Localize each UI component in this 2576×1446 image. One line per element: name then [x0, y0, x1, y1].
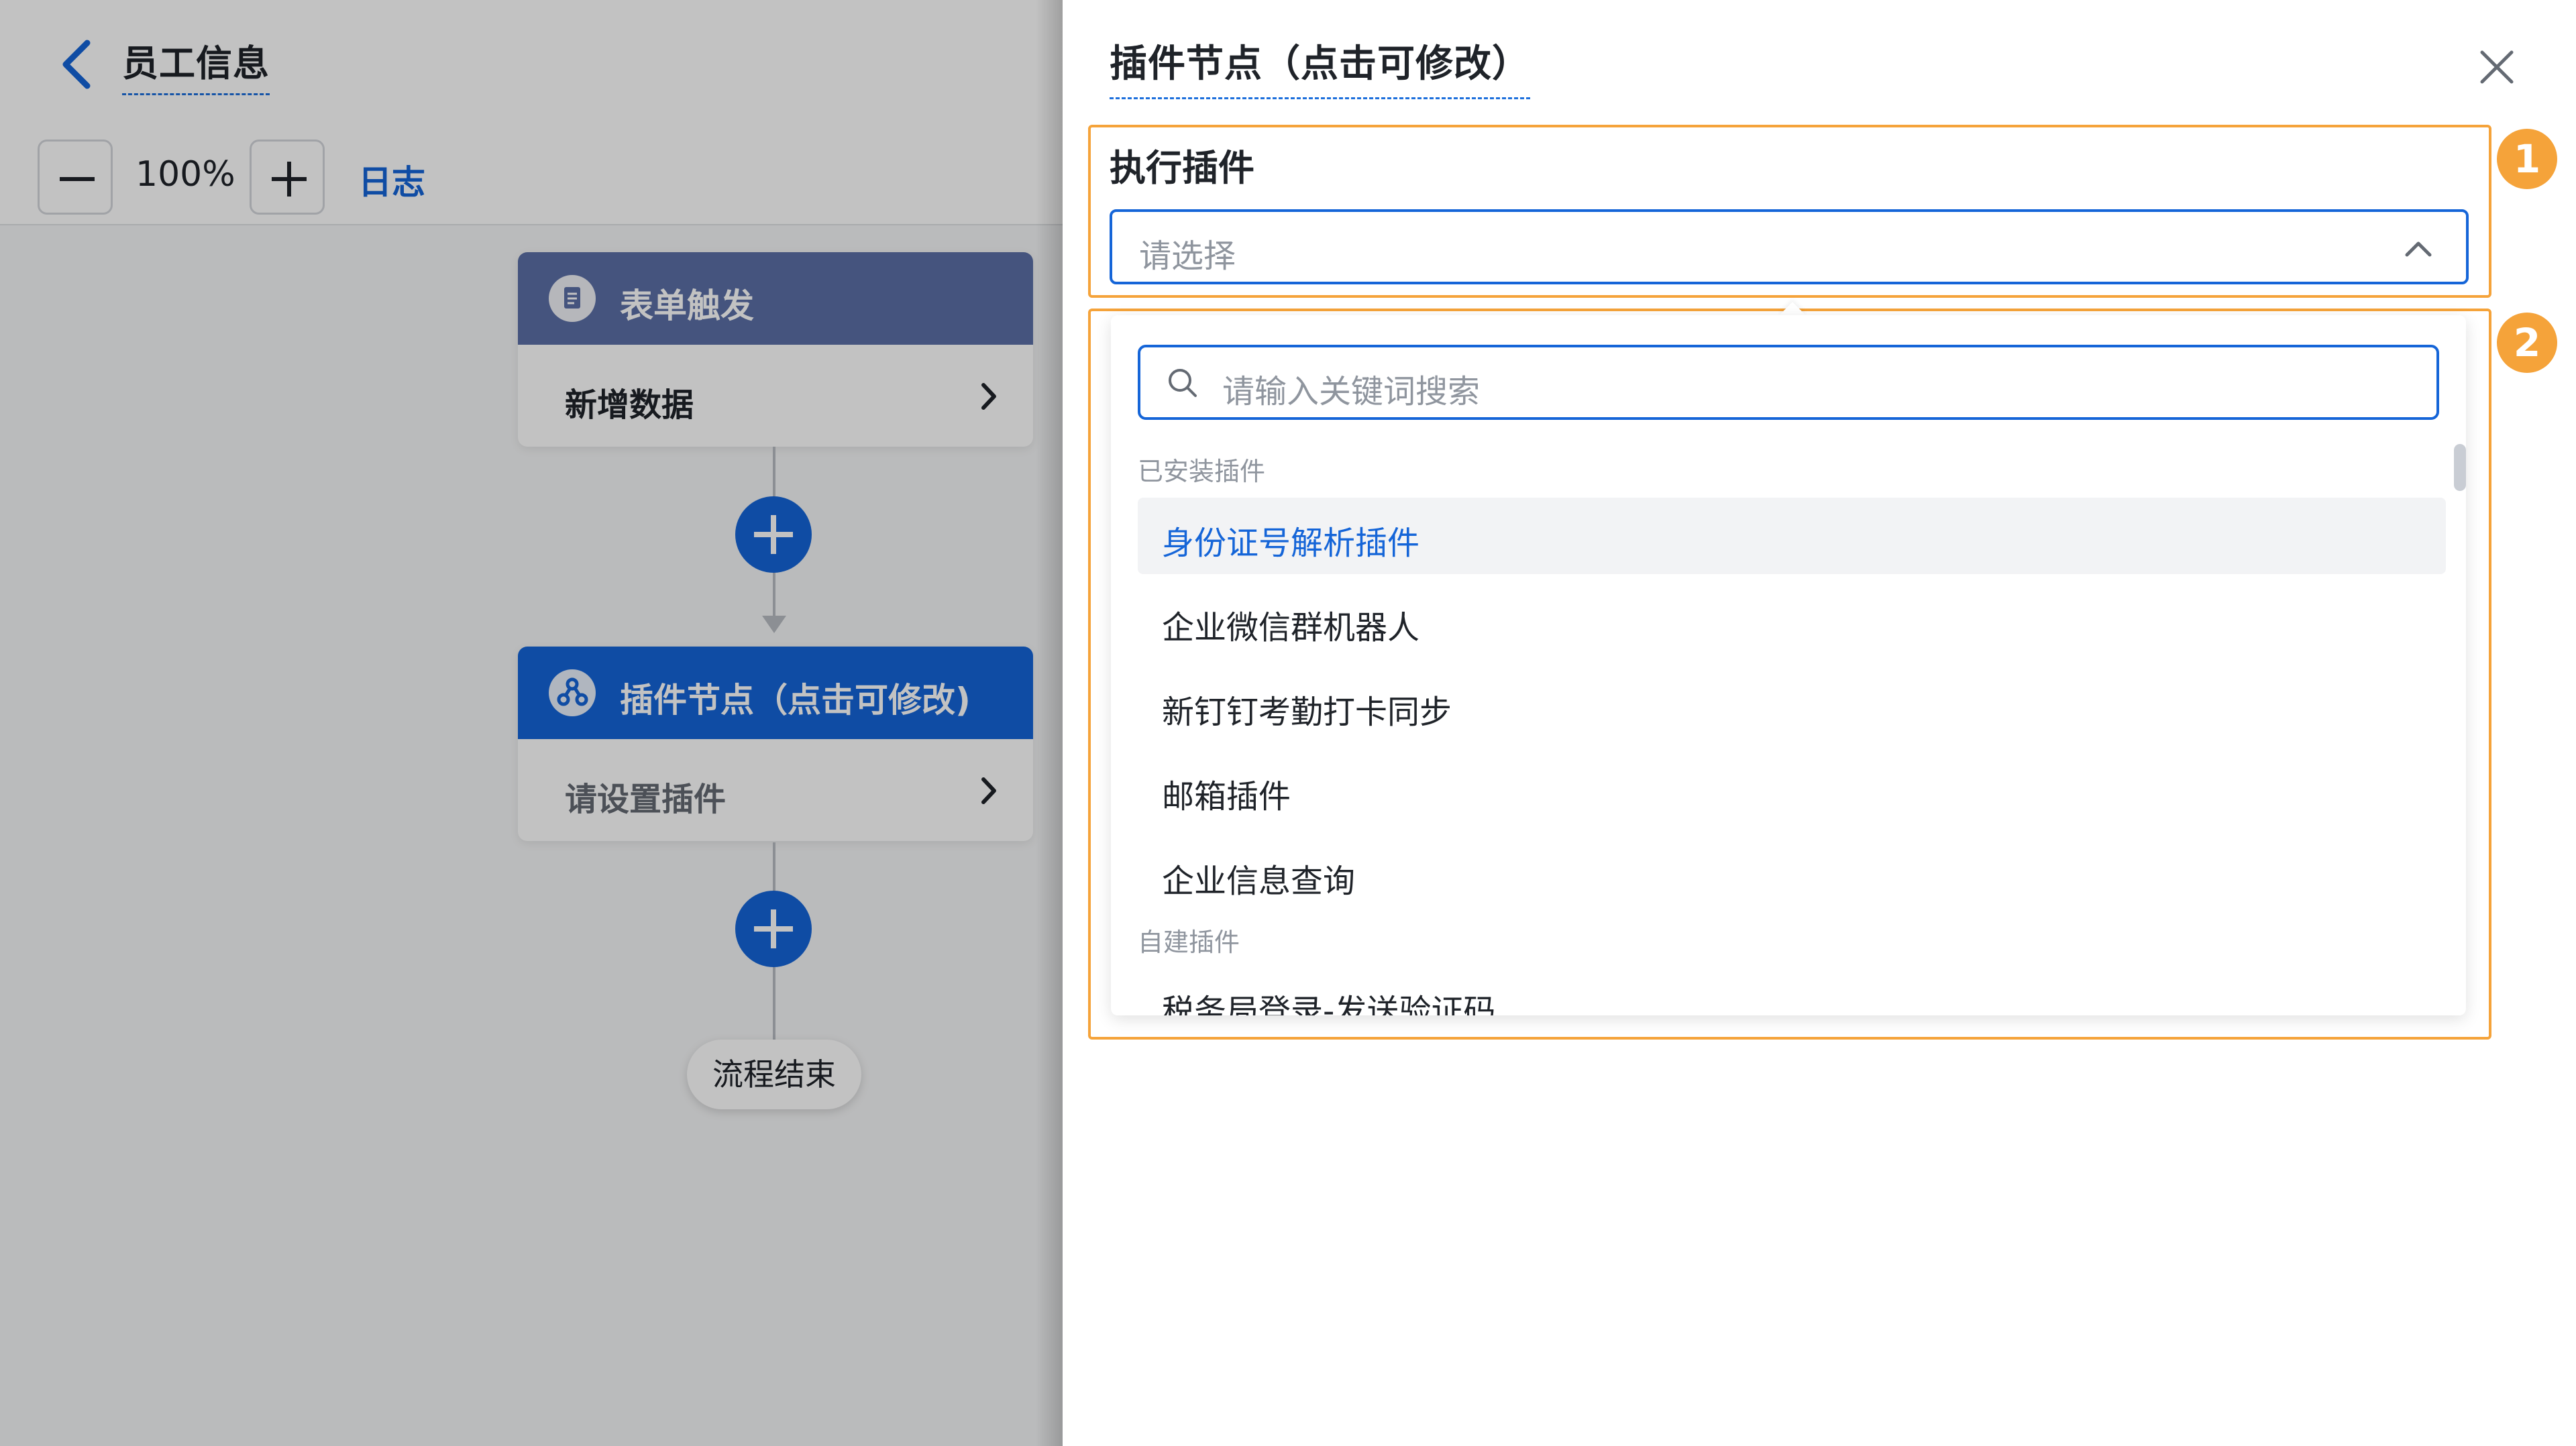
search-input[interactable]: 请输入关键词搜索	[1138, 345, 2439, 420]
option-label: 新钉钉考勤打卡同步	[1162, 693, 1452, 731]
group-label-installed: 已安装插件	[1138, 457, 1266, 486]
modal-overlay[interactable]	[0, 0, 1063, 1446]
field-label: 执行插件	[1110, 147, 1254, 189]
panel-shadow	[1036, 0, 1063, 1446]
panel-title: 插件节点（点击可修改）	[1110, 34, 1530, 99]
plugin-settings-panel: 插件节点（点击可修改） 1 2 执行插件 请选择 请输入关键词搜索 已安装插件 …	[1063, 0, 2576, 1446]
step-badge-1: 1	[2497, 129, 2557, 189]
dropdown-scrollbar[interactable]	[2454, 444, 2466, 491]
plugin-option[interactable]: 企业信息查询	[1138, 836, 2446, 912]
plugin-option[interactable]: 企业微信群机器人	[1138, 582, 2446, 659]
plugin-option[interactable]: 邮箱插件	[1138, 751, 2446, 828]
option-label: 企业信息查询	[1162, 863, 1356, 900]
close-icon[interactable]	[2477, 47, 2517, 87]
option-label: 税务局登录-发送验证码	[1162, 993, 1496, 1015]
search-icon	[1169, 369, 1197, 397]
group-label-custom: 自建插件	[1138, 928, 1240, 957]
plugin-dropdown: 请输入关键词搜索 已安装插件 身份证号解析插件 企业微信群机器人 新钉钉考勤打卡…	[1111, 315, 2466, 1015]
step-badge-2: 2	[2497, 313, 2557, 373]
plugin-option[interactable]: 身份证号解析插件	[1138, 498, 2446, 574]
plugin-option[interactable]: 新钉钉考勤打卡同步	[1138, 667, 2446, 743]
chevron-up-icon	[2405, 241, 2432, 257]
option-label: 邮箱插件	[1162, 778, 1291, 816]
option-label: 身份证号解析插件	[1162, 524, 1420, 562]
search-placeholder: 请输入关键词搜索	[1222, 373, 1481, 410]
flow-canvas: 员工信息 100% 日志 表单触发 新增数据 插件节点（点击可修改) 请设置插件…	[0, 0, 1063, 1446]
plugin-select[interactable]: 请选择	[1110, 209, 2469, 284]
option-label: 企业微信群机器人	[1162, 609, 1420, 647]
plugin-option[interactable]: 税务局登录-发送验证码	[1138, 966, 2446, 1015]
select-placeholder: 请选择	[1139, 237, 1236, 275]
